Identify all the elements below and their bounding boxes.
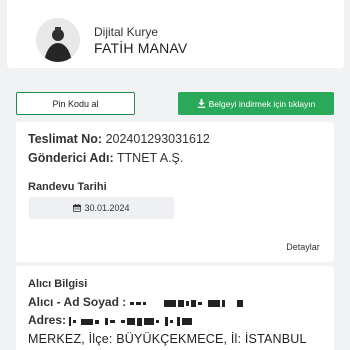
sender-row: Gönderici Adı: TTNET A.Ş. — [28, 151, 183, 165]
appointment-date: 30.01.2024 — [29, 197, 174, 219]
sender-value: TTNET A.Ş. — [116, 151, 184, 165]
recipient-name-key: Alıcı - Ad Soyad : — [28, 295, 127, 309]
tracking-number-row: Teslimat No: 202401293031612 — [28, 132, 210, 146]
tracking-number-value: 202401293031612 — [105, 132, 210, 146]
download-document-button[interactable]: Belgeyi indirmek için tıklayın — [178, 92, 334, 115]
courier-avatar-icon — [36, 18, 80, 62]
get-pin-button[interactable]: Pin Kodu al — [16, 92, 135, 115]
courier-role: Dijital Kurye — [94, 25, 159, 39]
recipient-address-row: Adres: — [28, 313, 194, 328]
calendar-icon — [73, 204, 82, 212]
recipient-address-key: Adres: — [28, 313, 67, 327]
recipient-title: Alıcı Bilgisi — [28, 278, 88, 290]
sender-key: Gönderici Adı: — [28, 151, 114, 165]
appointment-date-value: 30.01.2024 — [84, 203, 130, 213]
download-icon — [197, 99, 205, 108]
recipient-card: Alıcı Bilgisi Alıcı - Ad Soyad : Adres: … — [16, 266, 334, 350]
courier-card: Dijital Kurye FATİH MANAV — [7, 0, 344, 68]
redacted-address — [69, 314, 194, 328]
tracking-number-key: Teslimat No: — [28, 132, 103, 146]
courier-name: FATİH MANAV — [94, 40, 188, 56]
details-button[interactable]: Detaylar — [274, 236, 332, 258]
recipient-address-tail: MERKEZ, İlçe: BÜYÜKÇEKMECE, İl: İSTANBUL — [28, 332, 307, 346]
download-document-label: Belgeyi indirmek için tıklayın — [208, 98, 316, 109]
redacted-name — [129, 296, 245, 310]
courier-avatar — [36, 18, 80, 62]
recipient-name-row: Alıcı - Ad Soyad : — [28, 295, 245, 310]
appointment-title: Randevu Tarihi — [28, 181, 107, 193]
